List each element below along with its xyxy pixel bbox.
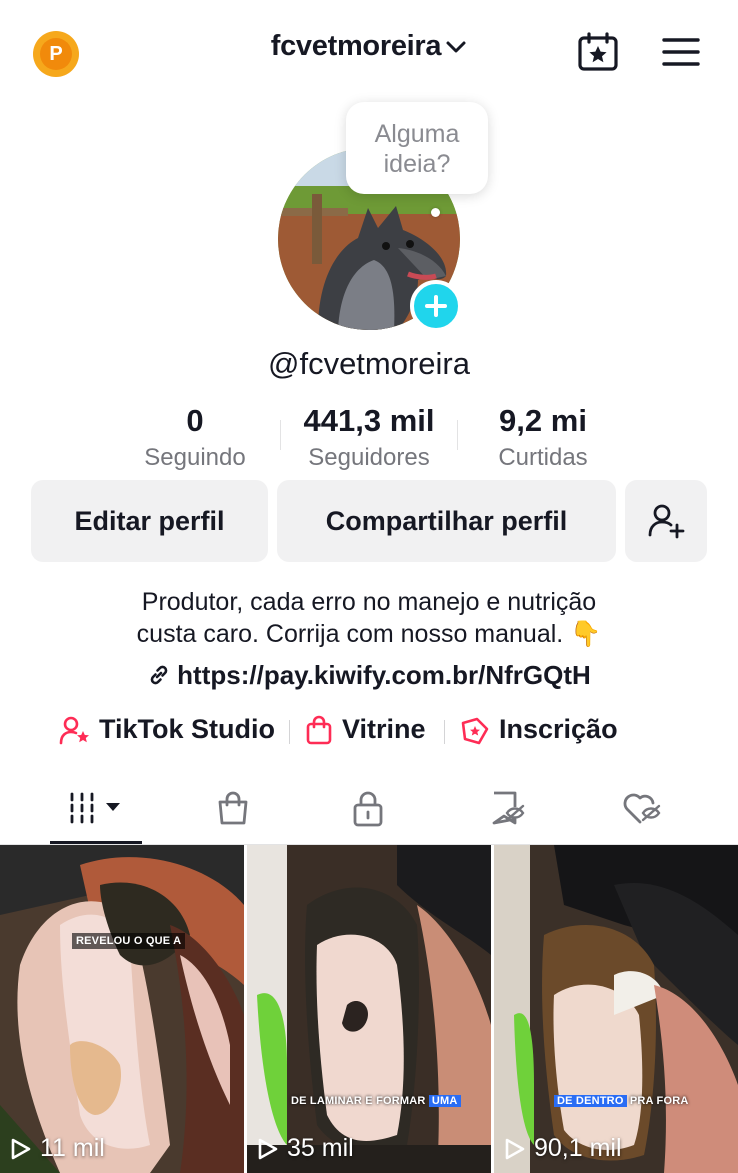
plus-icon [425, 295, 447, 317]
views-count: 90,1 mil [534, 1134, 622, 1162]
stat-label: Seguindo [144, 444, 246, 471]
profile-link[interactable]: https://pay.kiwify.com.br/NfrGQtH [0, 660, 738, 691]
video-thumbnail[interactable]: DE LAMINAR E FORMAR UMA 35 mil [247, 845, 491, 1173]
shortcut-label: Inscrição [499, 714, 618, 744]
top-bar: P fcvetmoreira [0, 0, 738, 100]
tab-private[interactable] [294, 772, 442, 844]
account-name: fcvetmoreira [270, 30, 442, 62]
video-caption: DE DENTRO PRA FORA [550, 1093, 693, 1109]
tab-shop[interactable] [159, 772, 307, 844]
account-switcher[interactable]: fcvetmoreira [0, 30, 738, 63]
stat-value: 441,3 mil [303, 403, 435, 438]
add-friends-button[interactable] [625, 480, 707, 562]
stat-divider [280, 420, 281, 450]
shortcut-divider [444, 720, 445, 744]
caption-text: DE LAMINAR E FORMAR [291, 1095, 426, 1107]
shop-icon [218, 791, 248, 825]
studio-icon [59, 716, 89, 744]
caption-text: PRA FORA [629, 1095, 689, 1107]
add-avatar-button[interactable] [410, 280, 462, 332]
profile-bio: Produtor, cada erro no manejo e nutrição… [0, 586, 738, 650]
tiktok-studio-shortcut[interactable]: TikTok Studio [59, 714, 275, 745]
play-icon [505, 1138, 525, 1159]
vitrine-shortcut[interactable]: Vitrine [304, 714, 426, 745]
video-views: 11 mil [10, 1134, 105, 1163]
video-thumbnail[interactable]: DE DENTRO PRA FORA 90,1 mil [494, 845, 738, 1173]
idea-tooltip[interactable]: Alguma ideia? [346, 102, 488, 194]
video-thumbnail[interactable]: REVELOU O QUE A 11 mil [0, 845, 244, 1173]
play-icon [258, 1138, 278, 1159]
stat-followers[interactable]: 441,3 mil Seguidores [284, 402, 454, 476]
tooltip-dot [431, 208, 440, 217]
edit-profile-button[interactable]: Editar perfil [31, 480, 268, 562]
video-thumbnail-image [0, 845, 244, 1173]
subscription-icon [461, 717, 489, 744]
stat-likes[interactable]: 9,2 mi Curtidas [473, 402, 613, 476]
stat-value: 9,2 mi [499, 403, 587, 438]
shopping-bag-icon [306, 715, 332, 744]
video-views: 35 mil [257, 1134, 354, 1163]
profile-stats: 0 Seguindo 441,3 mil Seguidores 9,2 mi C… [0, 402, 738, 482]
active-tab-indicator [50, 841, 142, 844]
profile-tabs [0, 772, 738, 844]
link-icon [150, 665, 168, 685]
stat-following[interactable]: 0 Seguindo [125, 402, 265, 476]
calendar-star-icon[interactable] [577, 32, 619, 72]
shortcut-label: Vitrine [342, 714, 426, 744]
videos-grid-icon [70, 792, 120, 824]
caption-highlight: UMA [428, 1095, 461, 1107]
liked-icon [623, 793, 661, 824]
menu-icon[interactable] [662, 36, 700, 68]
profile-shortcuts: TikTok Studio Vitrine Inscrição [0, 714, 738, 754]
bookmark-hidden-icon [492, 791, 525, 825]
chevron-down-icon [446, 41, 466, 53]
video-thumbnail-image [247, 845, 491, 1173]
tab-liked[interactable] [568, 772, 716, 844]
tab-videos[interactable] [22, 772, 170, 844]
add-friend-icon [648, 504, 685, 539]
bio-line: custa caro. Corrija com nosso manual. 👇 [136, 620, 602, 648]
stat-value: 0 [186, 403, 204, 438]
video-caption: REVELOU O QUE A [72, 933, 186, 949]
video-grid: REVELOU O QUE A 11 mil DE LAMINAR E FORM… [0, 845, 738, 1173]
play-icon [11, 1138, 31, 1159]
tab-favorites[interactable] [434, 772, 582, 844]
shortcut-label: TikTok Studio [99, 714, 276, 744]
video-views: 90,1 mil [504, 1134, 622, 1163]
share-profile-button[interactable]: Compartilhar perfil [277, 480, 616, 562]
share-profile-label: Compartilhar perfil [325, 505, 568, 536]
stat-label: Seguidores [308, 444, 430, 471]
tooltip-text: Alguma ideia? [374, 120, 460, 178]
profile-handle: @fcvetmoreira [267, 346, 470, 381]
bio-line: Produtor, cada erro no manejo e nutrição [141, 588, 597, 616]
inscricao-shortcut[interactable]: Inscrição [459, 714, 618, 745]
link-text: https://pay.kiwify.com.br/NfrGQtH [177, 660, 591, 690]
shortcut-divider [289, 720, 290, 744]
caption-highlight: DE DENTRO [554, 1095, 627, 1107]
lock-icon [353, 791, 383, 827]
video-caption: DE LAMINAR E FORMAR UMA [287, 1093, 465, 1109]
views-count: 11 mil [40, 1134, 105, 1162]
stat-label: Curtidas [498, 444, 588, 471]
edit-profile-label: Editar perfil [74, 505, 225, 536]
video-thumbnail-image [494, 845, 738, 1173]
stat-divider [457, 420, 458, 450]
views-count: 35 mil [287, 1134, 354, 1162]
